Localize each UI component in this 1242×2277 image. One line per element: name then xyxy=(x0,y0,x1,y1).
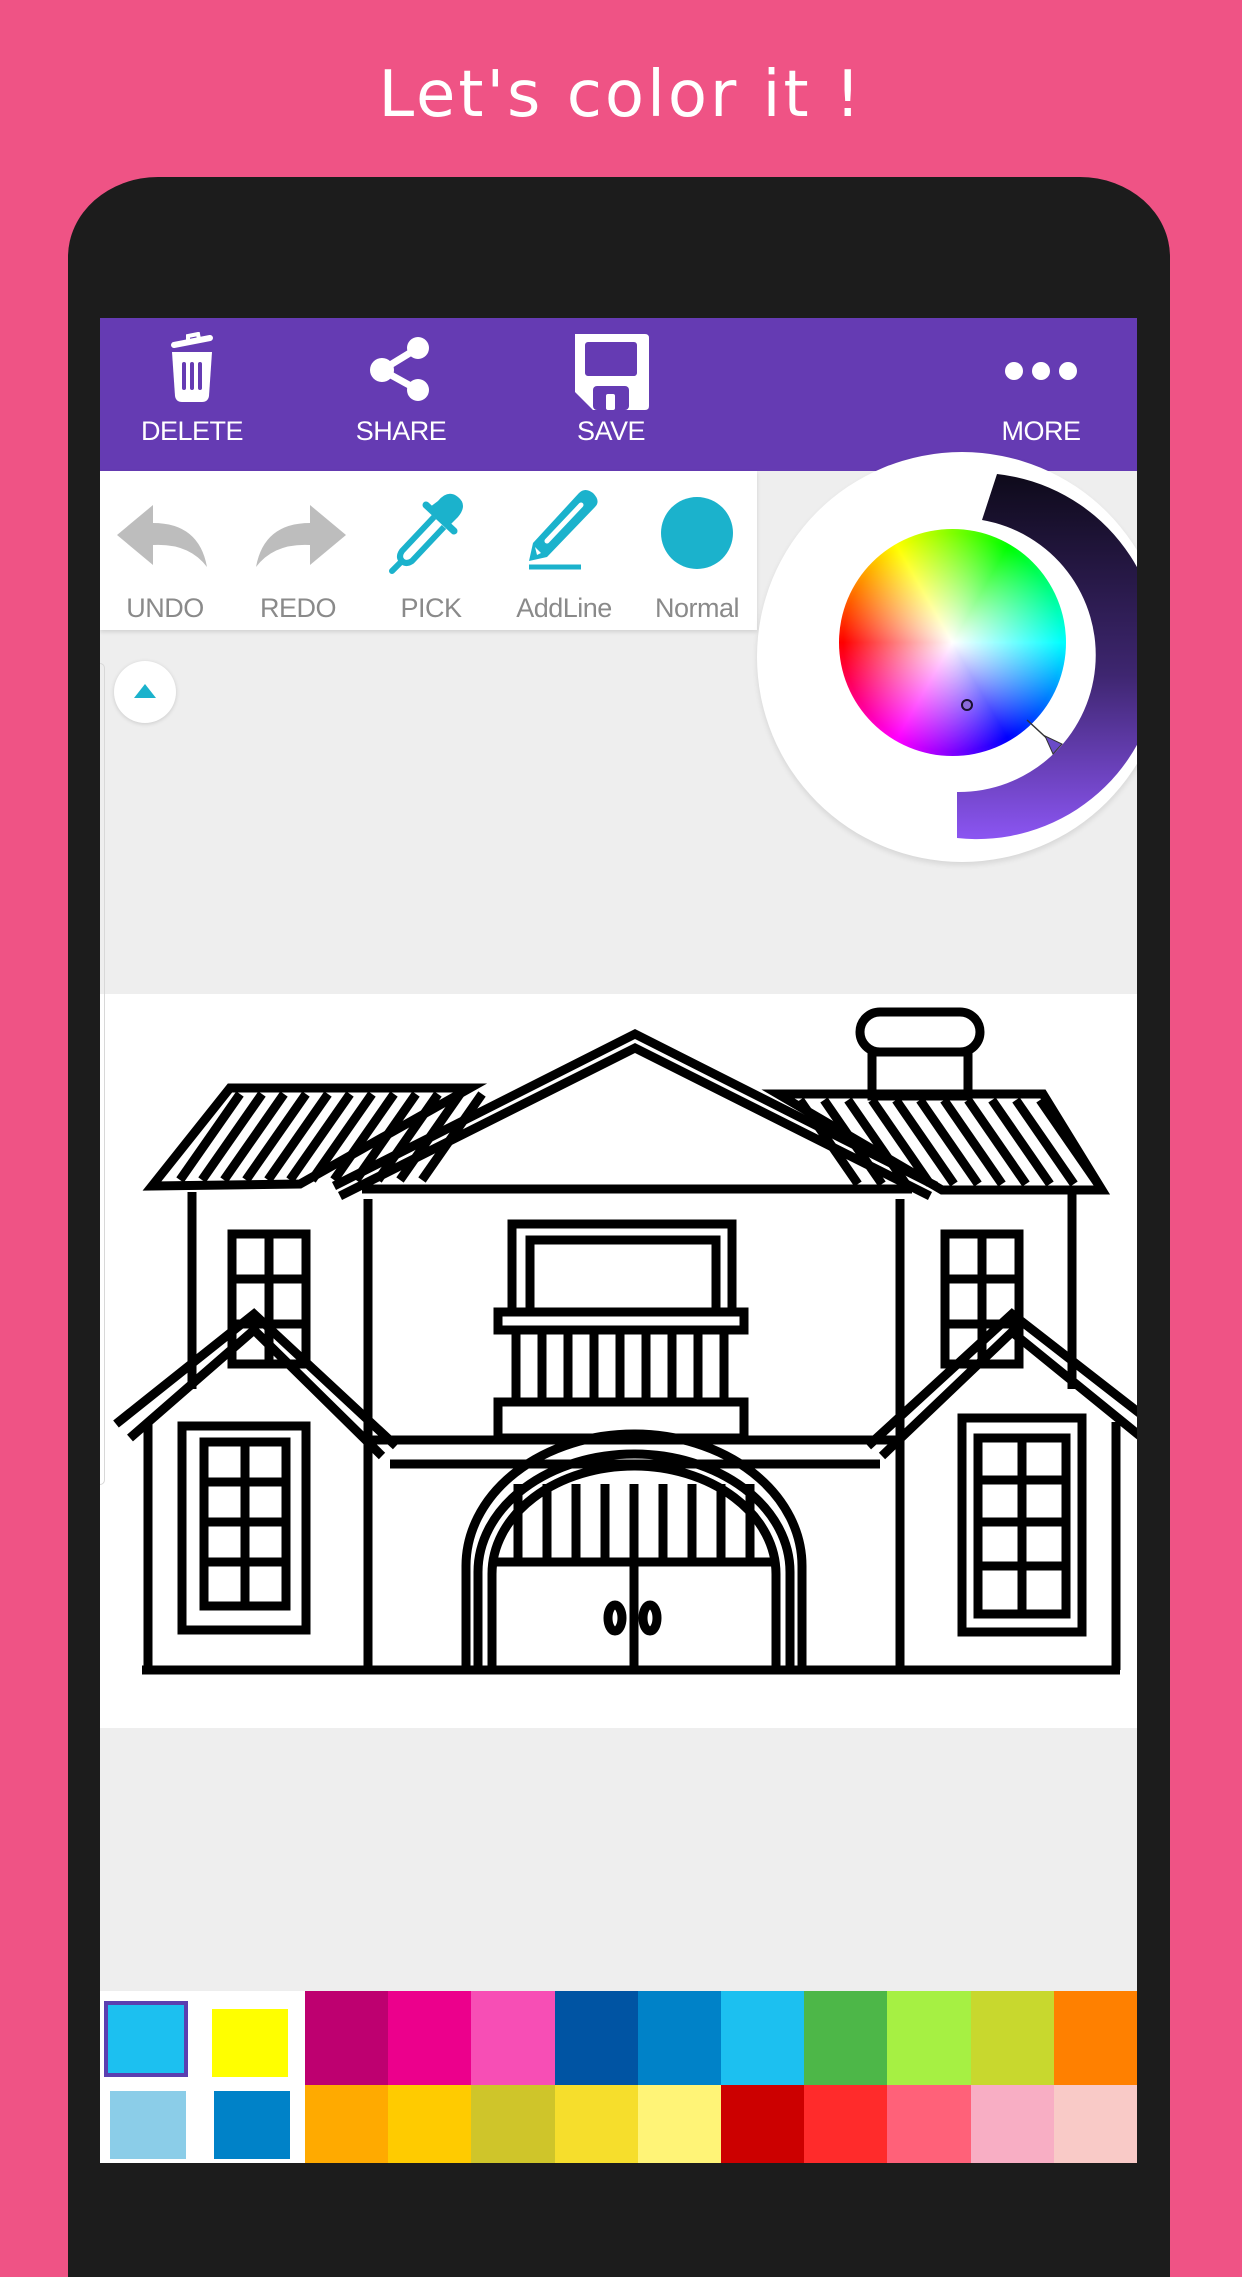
palette-swatch[interactable] xyxy=(1053,2085,1137,2163)
redo-label: REDO xyxy=(259,593,337,623)
color-palette xyxy=(100,1991,1137,2163)
redo-arrow-icon xyxy=(256,505,346,567)
more-dots-icon xyxy=(1005,362,1077,380)
addline-label: AddLine xyxy=(516,593,612,623)
palette-swatch[interactable] xyxy=(554,1991,639,2085)
recent-color-swatch[interactable] xyxy=(104,2001,188,2077)
palette-swatch[interactable] xyxy=(388,2085,473,2163)
color-picker-panel xyxy=(757,452,1137,862)
normal-brush-button[interactable]: Normal xyxy=(632,471,762,630)
balcony-door xyxy=(525,1235,721,1317)
palette-swatch[interactable] xyxy=(637,2085,722,2163)
palette-swatch[interactable] xyxy=(305,1991,390,2085)
floppy-disk-icon xyxy=(575,334,649,410)
collapse-tools-button[interactable] xyxy=(114,661,176,723)
palette-swatch[interactable] xyxy=(471,1991,556,2085)
delete-button[interactable]: DELETE xyxy=(117,318,267,471)
chimney xyxy=(867,1047,973,1101)
share-label: SHARE xyxy=(355,416,447,446)
palette-swatch[interactable] xyxy=(471,2085,556,2163)
palette-swatch[interactable] xyxy=(388,1991,473,2085)
palette-swatch[interactable] xyxy=(721,2085,806,2163)
normal-label: Normal xyxy=(654,593,740,623)
palette-swatch[interactable] xyxy=(554,2085,639,2163)
share-icon xyxy=(370,337,429,401)
delete-label: DELETE xyxy=(140,416,244,446)
more-label: MORE xyxy=(1001,416,1082,446)
undo-button[interactable]: UNDO xyxy=(100,471,230,630)
drawing-canvas[interactable] xyxy=(100,994,1137,1728)
trash-icon xyxy=(171,332,213,402)
palette-swatch[interactable] xyxy=(305,2085,390,2163)
hue-selector-handle[interactable] xyxy=(961,699,973,711)
hue-wheel[interactable] xyxy=(839,529,1066,756)
addline-button[interactable]: AddLine xyxy=(499,471,629,630)
undo-arrow-icon xyxy=(117,505,207,567)
pencil-line-icon xyxy=(529,490,598,570)
recent-color-swatch[interactable] xyxy=(212,2009,288,2077)
tools-panel: UNDO REDO PICK AddLine Normal xyxy=(100,471,757,630)
palette-swatch[interactable] xyxy=(637,1991,722,2085)
brush-dot-icon xyxy=(661,497,733,569)
banner-title: Let's color it ! xyxy=(378,58,864,132)
palette-swatch[interactable] xyxy=(804,1991,889,2085)
palette-swatch[interactable] xyxy=(804,2085,889,2163)
more-button[interactable]: MORE xyxy=(966,318,1116,471)
door-handle-right xyxy=(638,1600,662,1636)
side-drawer-edge[interactable] xyxy=(100,663,105,1485)
palette-swatch[interactable] xyxy=(887,1991,972,2085)
pick-button[interactable]: PICK xyxy=(366,471,496,630)
palette-swatch[interactable] xyxy=(1053,1991,1137,2085)
color-picker[interactable] xyxy=(757,452,1137,862)
recent-color-swatch[interactable] xyxy=(214,2091,290,2159)
save-button[interactable]: SAVE xyxy=(536,318,686,471)
balcony-rail xyxy=(493,1307,749,1335)
pick-label: PICK xyxy=(400,593,462,623)
app-screen: DELETE SHARE SAVE MORE UNDO REDO PICK Ad… xyxy=(100,318,1137,2163)
palette-swatch[interactable] xyxy=(721,1991,806,2085)
door-handle-left xyxy=(603,1600,627,1636)
palette-swatch[interactable] xyxy=(970,2085,1055,2163)
share-button[interactable]: SHARE xyxy=(326,318,476,471)
palette-swatch[interactable] xyxy=(887,2085,972,2163)
eyedropper-icon xyxy=(389,493,463,574)
palette-swatch[interactable] xyxy=(970,1991,1055,2085)
chimney-cap xyxy=(855,1007,985,1057)
redo-button[interactable]: REDO xyxy=(233,471,363,630)
save-label: SAVE xyxy=(576,416,646,446)
chevron-up-icon xyxy=(134,684,156,698)
recent-color-swatch[interactable] xyxy=(110,2091,186,2159)
top-toolbar: DELETE SHARE SAVE MORE xyxy=(100,318,1137,471)
undo-label: UNDO xyxy=(126,593,204,623)
house-line-art xyxy=(113,1007,1137,1675)
